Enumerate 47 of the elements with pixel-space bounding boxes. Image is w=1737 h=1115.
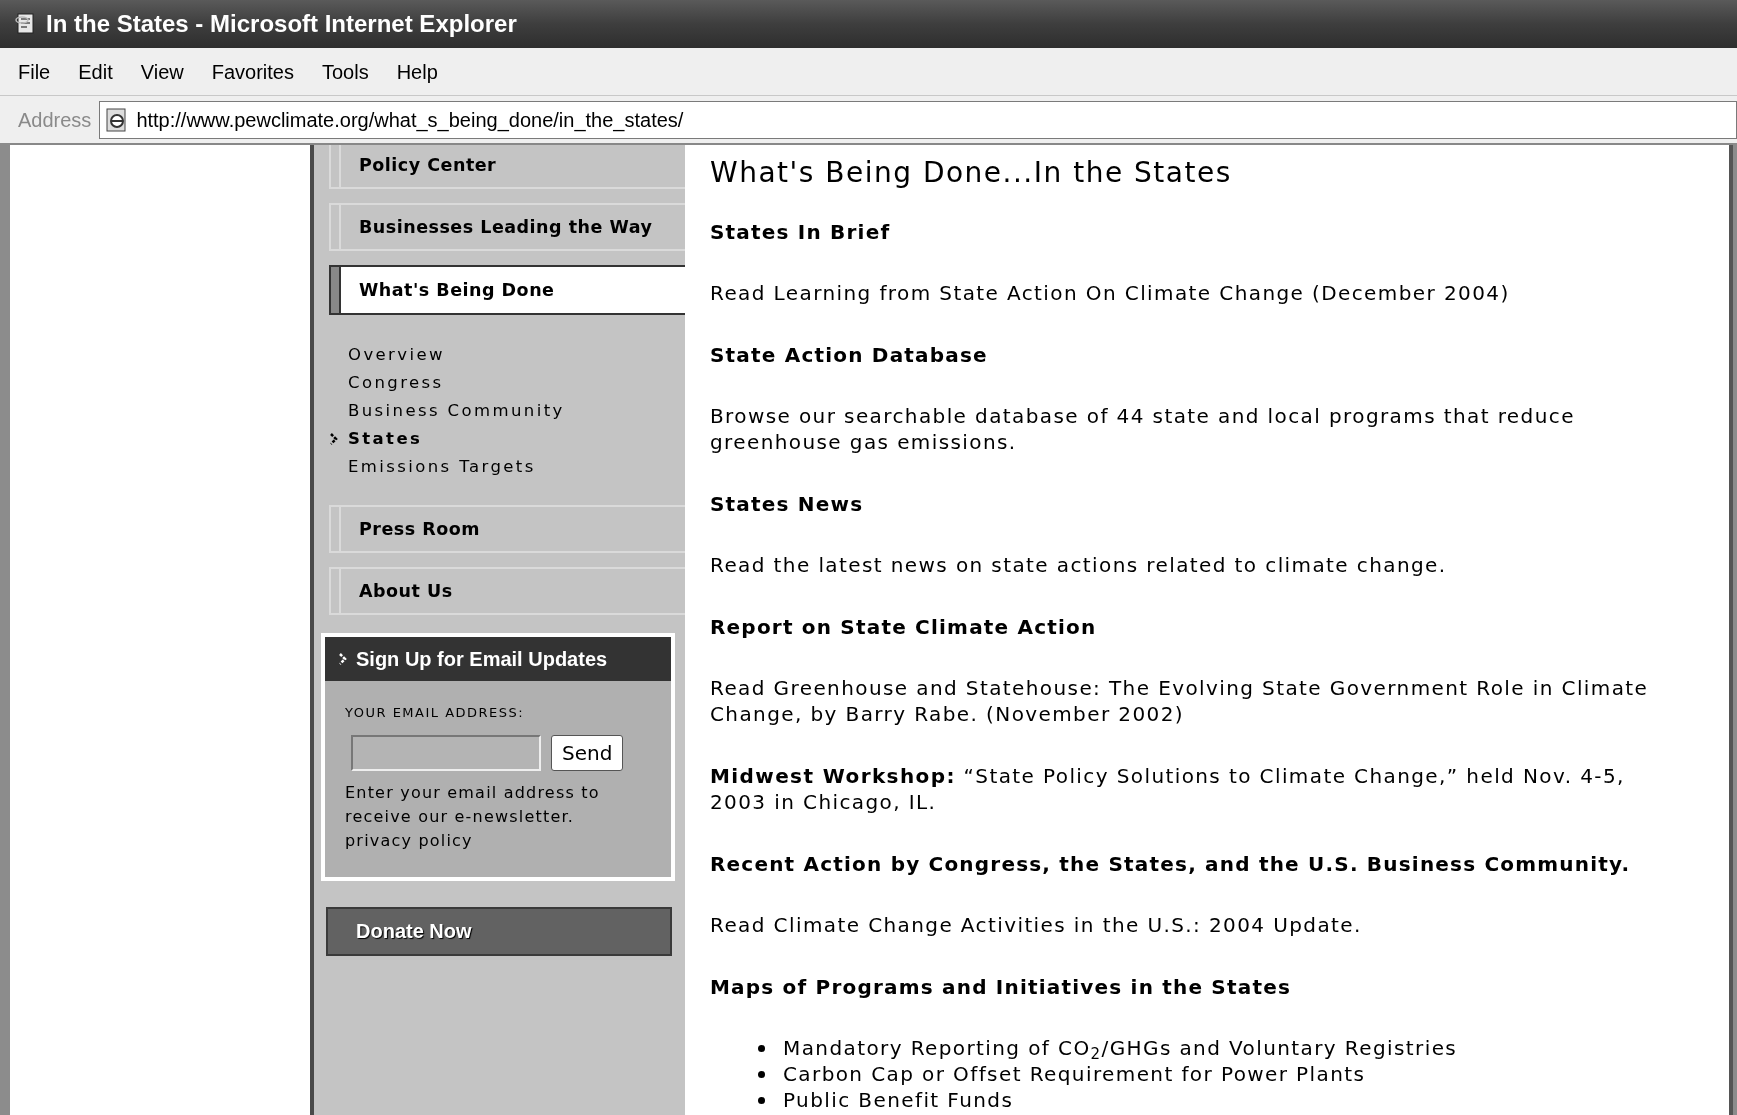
- nav-tab[interactable]: About Us: [329, 567, 685, 615]
- menu-item[interactable]: Help: [390, 56, 444, 87]
- section-heading: State Action Database: [710, 342, 989, 368]
- nav-subitem[interactable]: Business Community: [348, 398, 565, 424]
- paragraph: Midwest Workshop: “State Policy Solutions to Climate Change,” held Nov. 4-5, 2003 in Chicago, IL.: [710, 763, 1626, 815]
- chevron-icon: [330, 433, 339, 445]
- chevron-icon: [339, 653, 348, 665]
- menu-item[interactable]: Tools: [315, 56, 375, 87]
- section-heading: States News: [710, 491, 865, 517]
- list-item: Carbon Cap or Offset Requirement for Power Plants: [783, 1061, 1366, 1087]
- menu-item[interactable]: File: [12, 56, 57, 87]
- description-text: Enter your email address to receive our e-newsletter.: [345, 781, 601, 828]
- send-button[interactable]: Send: [551, 734, 624, 771]
- address-field[interactable]: http://www.pewclimate.org/what_s_being_done/in_the_states/: [99, 100, 1737, 139]
- donate-button[interactable]: Donate Now: [326, 906, 672, 956]
- list-item: Public Benefit Funds: [783, 1087, 1014, 1113]
- bullet-icon: [758, 1044, 765, 1052]
- nav-tab[interactable]: Policy Center: [329, 145, 685, 189]
- nav-tab[interactable]: Businesses Leading the Way: [329, 203, 685, 251]
- section-heading: Report on State Climate Action: [710, 614, 1098, 640]
- nav-subitem[interactable]: Overview: [348, 342, 445, 368]
- panel-title: Sign Up for Email Updates: [356, 647, 608, 672]
- paragraph: Read Climate Change Activities in the U.S.: 2004 Update.: [710, 912, 1363, 938]
- bullet-icon: [758, 1070, 765, 1078]
- privacy-link[interactable]: privacy policy: [345, 828, 651, 853]
- paragraph: Browse our searchable database of 44 state and local programs that reduce greenhouse gas emissions.: [710, 403, 1576, 455]
- section-heading: Recent Action by Congress, the States, and the U.S. Business Community.: [710, 851, 1632, 877]
- paragraph: Read the latest news on state actions related to climate change.: [710, 552, 1448, 578]
- menu-item[interactable]: View: [134, 56, 190, 87]
- section-heading: Maps of Programs and Initiatives in the States: [710, 974, 1293, 1000]
- menu-item[interactable]: Favorites: [205, 56, 300, 87]
- address-label: Address: [18, 107, 92, 133]
- menu-item[interactable]: Edit: [72, 56, 119, 87]
- paragraph: Read Learning from State Action On Climate Change (December 2004): [710, 280, 1511, 306]
- list-item: Mandatory Reporting of CO$_{2}$/GHGs and Voluntary Registries: [783, 1035, 1458, 1061]
- section-heading: States In Brief: [710, 219, 892, 245]
- page-title: What's Being Done...In the States: [710, 155, 1233, 191]
- field-label: YOUR EMAIL ADDRESS:: [345, 704, 526, 722]
- nav-subitem[interactable]: States: [348, 426, 423, 452]
- nav-tab[interactable]: What's Being Done: [329, 265, 685, 315]
- bullet-icon: [758, 1096, 765, 1104]
- nav-tab[interactable]: Press Room: [329, 505, 685, 553]
- window-title: In the States - Microsoft Internet Explorer: [46, 9, 517, 39]
- nav-subitem[interactable]: Congress: [348, 370, 444, 396]
- paragraph: Read Greenhouse and Statehouse: The Evolving State Government Role in Climate Change, by Barry Rabe. (November 2002): [710, 675, 1650, 727]
- email-field[interactable]: [351, 734, 541, 771]
- nav-subitem[interactable]: Emissions Targets: [348, 454, 536, 480]
